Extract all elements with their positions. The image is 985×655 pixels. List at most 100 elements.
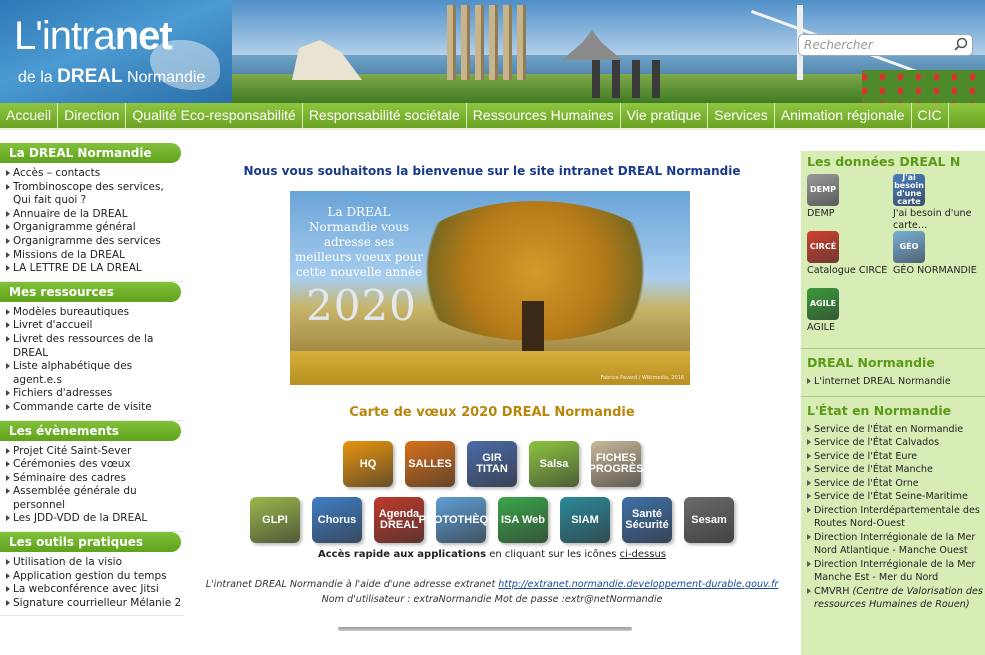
app-icon-button[interactable]: Sesam [684,497,734,543]
app-icon-button[interactable]: Santé Sécurité [622,497,672,543]
state-link[interactable]: Service de l'État Calvados [807,436,985,450]
data-app[interactable]: DEMP DEMP [807,174,893,231]
sidebar-link[interactable]: Application gestion du temps [6,570,184,584]
app-icon-button[interactable]: PHOTOTHÈQUE [419,497,503,543]
state-link-text: Service de l'État Orne [814,477,919,489]
refinery-image [447,5,527,80]
data-app-label: J'ai besoin d'une carte… [893,208,972,231]
state-link[interactable]: Service de l'État Eure [807,450,985,464]
sidebar-block: Mes ressources Modèles bureautiques Livret… [0,281,184,421]
sidebar-link[interactable]: Organigramme général [6,221,184,235]
extranet-credentials: Nom d'utilisateur : extraNormandie Mot d… [321,594,663,605]
state-link-text: Direction Interrégionale de la Mer Nord … [814,531,976,557]
dreal-link[interactable]: L'internet DREAL Normandie [807,375,985,389]
state-link-text: Service de l'État Seine-Maritime [814,491,968,502]
data-app[interactable]: AGILE AGILE [807,288,893,345]
app-icon-button[interactable]: SIAM [560,497,610,543]
sidebar-link[interactable]: Livret d'accueil [6,319,184,333]
state-link[interactable]: Service de l'État Orne [807,477,985,491]
data-app-icon[interactable]: AGILE [807,288,839,320]
search-input[interactable]: Rechercher [798,34,973,56]
nav-item-7[interactable]: Services [708,103,775,128]
people-image [592,60,662,98]
sidebar-link[interactable]: Organigramme des services [6,235,184,249]
sidebar-link[interactable]: Projet Cité Saint-Sever [6,445,184,459]
card-credit: Fabrice Pavard / Wikimedia, 2016 [600,375,684,381]
sidebar-link[interactable]: Annuaire de la DREAL [6,208,184,222]
sidebar-link[interactable]: Missions de la DREAL [6,249,184,263]
state-link[interactable]: Service de l'État en Normandie [807,423,985,437]
sidebar-link[interactable]: Accès – contacts [6,167,184,181]
state-link[interactable]: CMVRH (Centre de Valorisation des ressou… [807,585,985,612]
divider [338,627,632,631]
logo[interactable]: L'intranet de la DREAL Normandie [0,0,232,103]
data-app[interactable]: GÉO GÉO NORMANDIE [893,231,983,288]
logo-subtitle: de la DREAL Normandie [18,66,206,87]
sidebar-link[interactable]: Les JDD-VDD de la DREAL [6,512,184,526]
state-link-text: Service de l'État Manche [814,464,933,475]
app-icon-button[interactable]: Agenda DREAL [374,497,424,543]
data-app-icon[interactable]: DEMP [807,174,839,206]
data-app-icon[interactable]: J'ai besoin d'une carte [893,174,925,206]
welcome-heading: Nous vous souhaitons la bienvenue sur le… [243,164,741,178]
greeting-card-image[interactable]: La DREAL Normandie vous adresse ses meil… [290,191,690,385]
app-icon-button[interactable]: Chorus [312,497,362,543]
sidebar-link[interactable]: Assemblée générale du personnel [6,485,184,512]
state-link[interactable]: Direction Interdépartementale des Routes… [807,504,985,531]
sidebar-link[interactable]: Séminaire des cadres [6,472,184,486]
state-link-text: Service de l'État Calvados [814,437,940,448]
dreal-section-title: DREAL Normandie [807,355,935,370]
extranet-text: L'intranet DREAL Normandie à l'aide d'un… [205,579,779,590]
sidebar-link[interactable]: Utilisation de la visio [6,556,184,570]
data-apps-grid: DEMP DEMP J'ai besoin d'une carte J'ai beso… [801,172,985,345]
sidebar-link[interactable]: Commande carte de visite [6,401,184,415]
nav-item-5[interactable]: Ressources Humaines [467,103,621,128]
app-icon-button[interactable]: SALLES [405,441,455,487]
state-link[interactable]: Service de l'État Manche [807,463,985,477]
sidebar-block: Les outils pratiques Utilisation de la vi… [0,532,184,617]
quick-access-link[interactable]: ci-dessus [620,549,666,560]
sidebar-link[interactable]: La webconférence avec Jitsi [6,583,184,597]
left-sidebar: La DREAL Normandie Accès – contacts Trombi… [0,143,184,655]
nav-item-9[interactable]: CIC [912,103,949,128]
nav-item-2[interactable]: Direction [58,103,127,128]
sidebar-link[interactable]: LA LETTRE DE LA DREAL [6,262,184,276]
app-icon-button[interactable]: Salsa [529,441,579,487]
data-app[interactable]: J'ai besoin d'une carte J'ai besoin d'une… [893,174,983,231]
state-link-text: Direction Interdépartementale des Routes… [814,504,980,530]
app-icon-button[interactable]: GLPI [250,497,300,543]
sidebar-link[interactable]: Trombinoscope des services, Qui fait quo… [6,181,184,208]
nav-item-1[interactable]: Accueil [0,103,59,128]
header-banner: L'intranet de la DREAL Normandie Recherc… [0,0,985,103]
sidebar-link[interactable]: Liste alphabétique des agent.e.s [6,360,184,387]
app-icon-button[interactable]: ISA Web [498,497,548,543]
app-icon-button[interactable]: HQ [343,441,393,487]
sidebar-link[interactable]: Fichiers d'adresses [6,387,184,401]
extranet-link[interactable]: http://extranet.normandie.developpement-… [498,579,778,590]
data-app-icon[interactable]: CIRCÉ [807,231,839,263]
dreal-links: L'internet DREAL Normandie [801,373,985,393]
sidebar-block: Les évènements Projet Cité Saint-Sever Cér… [0,420,184,533]
nav-item-8[interactable]: Animation régionale [775,103,912,128]
sidebar-link-list: Accès – contacts Trombinoscope des servic… [0,163,184,282]
nav-item-6[interactable]: Vie pratique [621,103,709,128]
sidebar-link[interactable]: Modèles bureautiques [6,306,184,320]
data-app[interactable]: CIRCÉ Catalogue CIRCE [807,231,893,288]
sidebar-block-title: La DREAL Normandie [0,143,181,163]
card-year: 2020 [306,281,417,330]
sidebar-link[interactable]: Signature courrielleur Mélanie 2 [6,597,184,611]
data-app-icon[interactable]: GÉO [893,231,925,263]
sidebar-link[interactable]: Livret des ressources de la DREAL [6,333,184,360]
state-link-text: Service de l'État Eure [814,450,918,462]
app-icon-button[interactable]: FICHES PROGRÈS [589,441,644,487]
nav-item-4[interactable]: Responsabilité sociétale [303,103,467,128]
search-icon[interactable] [952,36,970,54]
app-icon-button[interactable]: GIR TITAN [467,441,517,487]
data-app-label: Catalogue CIRCE [807,265,888,276]
state-link[interactable]: Direction Interrégionale de la Mer Nord … [807,531,985,558]
state-link[interactable]: Direction Interrégionale de la Mer Manch… [807,558,985,585]
nav-item-3[interactable]: Qualité Eco-responsabilité [126,103,303,128]
sidebar-link[interactable]: Cérémonies des vœux [6,458,184,472]
state-link[interactable]: Service de l'État Seine-Maritime [807,490,985,504]
right-sidebar: Les données DREAL N DEMP DEMP J'ai besoin … [801,151,985,655]
